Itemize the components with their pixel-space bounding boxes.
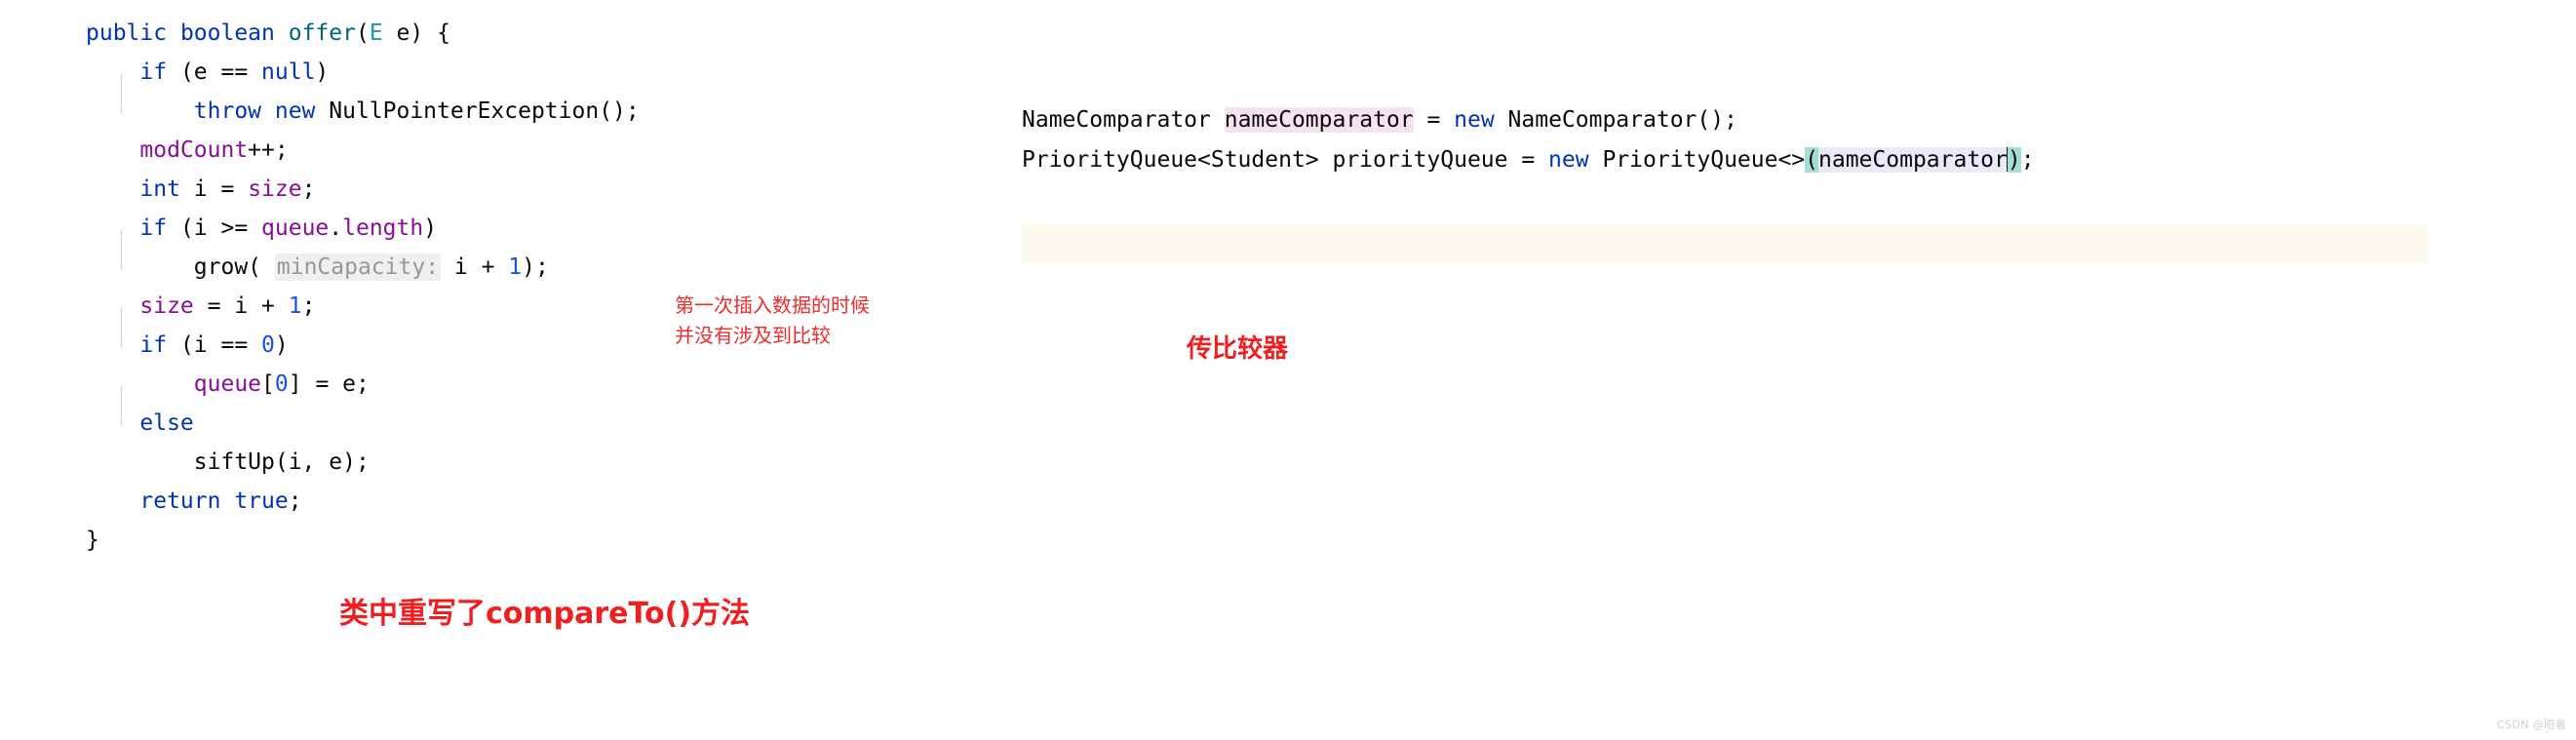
code-token: ) (315, 59, 330, 85)
code-token: ( (1805, 147, 1819, 173)
code-token: PriorityQueue<Student> priorityQueue = (1022, 147, 1549, 173)
code-token: offer (288, 20, 356, 46)
code-token: 1 (508, 254, 523, 280)
code-token: int (139, 176, 180, 202)
code-line[interactable]: } (86, 521, 640, 560)
code-token: length (342, 215, 424, 241)
code-token: = i + (193, 293, 289, 319)
code-token: new (1454, 107, 1495, 133)
code-token: queue (193, 371, 262, 397)
code-token: ; (301, 293, 316, 319)
code-token: boolean (179, 20, 289, 46)
code-token: i + (441, 254, 509, 280)
code-token: return true (139, 488, 289, 514)
code-token: (i == (167, 332, 262, 358)
indent-guide (121, 308, 122, 347)
code-token: 1 (288, 293, 302, 319)
code-token: 0 (274, 371, 289, 397)
code-token: (e == (167, 59, 262, 85)
code-token: = (1413, 107, 1455, 133)
code-line[interactable]: if (i >= queue.length) (86, 209, 640, 248)
code-token: ) (423, 215, 438, 241)
code-token: ) (2007, 147, 2021, 173)
code-line[interactable]: siftUp(i, e); (86, 443, 640, 482)
code-token: NameComparator (1022, 107, 1225, 133)
code-token: new (1548, 147, 1589, 173)
code-token: (i >= (167, 215, 262, 241)
code-token: else (139, 410, 194, 436)
code-token: ; (288, 488, 302, 514)
code-token: ); (522, 254, 549, 280)
indent-guide (121, 386, 122, 425)
code-block-priorityqueue-offer[interactable]: public boolean offer(E e) { if (e == nul… (86, 14, 640, 560)
indent-guide (121, 74, 122, 113)
code-token: NullPointerException(); (315, 98, 640, 124)
code-line[interactable]: PriorityQueue<Student> priorityQueue = n… (1022, 140, 2035, 180)
code-token: E (369, 20, 383, 46)
code-token: [ (261, 371, 275, 397)
code-token: if (139, 215, 168, 241)
code-line[interactable]: queue[0] = e; (86, 365, 640, 404)
annotation-pass-comparator: 传比较器 (1187, 334, 1289, 364)
csdn-watermark: CSDN @昭著 (2496, 719, 2566, 731)
code-token: siftUp(i, e); (193, 449, 370, 475)
code-token: size (139, 293, 194, 319)
code-token: modCount (139, 137, 249, 163)
code-line[interactable]: public boolean offer(E e) { (86, 14, 640, 53)
code-token: ) (274, 332, 289, 358)
annotation-compareto-override: 类中重写了compareTo()方法 (339, 597, 751, 631)
code-token: 0 (261, 332, 275, 358)
code-token: if (139, 332, 168, 358)
code-token: } (86, 527, 99, 553)
code-token: . (329, 215, 343, 241)
code-line[interactable]: return true; (86, 482, 640, 521)
code-token: nameComparator (1818, 147, 2008, 173)
code-token: ++; (248, 137, 289, 163)
code-token: public (86, 20, 180, 46)
code-token: null (261, 59, 316, 85)
caret-line-highlight (1022, 224, 2428, 264)
code-token: throw new (193, 98, 316, 124)
code-line[interactable]: int i = size; (86, 170, 640, 209)
code-line[interactable]: else (86, 404, 640, 443)
code-token: ; (301, 176, 316, 202)
code-token: ] = e; (288, 371, 370, 397)
code-token: PriorityQueue<> (1588, 147, 1806, 173)
code-token: size (248, 176, 302, 202)
code-block-comparator-usage[interactable]: NameComparator nameComparator = new Name… (1022, 100, 2035, 180)
code-token: grow( (193, 254, 275, 280)
code-token: ; (2020, 147, 2035, 173)
code-line[interactable]: size = i + 1; (86, 287, 640, 326)
code-line[interactable]: NameComparator nameComparator = new Name… (1022, 100, 2035, 140)
code-token: nameComparator (1224, 107, 1414, 133)
code-token: ( (355, 20, 370, 46)
code-token: e) { (382, 20, 450, 46)
code-token: minCapacity: (274, 253, 442, 281)
indent-guide (121, 230, 122, 269)
code-line[interactable]: if (e == null) (86, 53, 640, 92)
code-token: NameComparator(); (1494, 107, 1737, 133)
code-line[interactable]: if (i == 0) (86, 326, 640, 365)
code-line[interactable]: grow( minCapacity: i + 1); (86, 248, 640, 287)
annotation-first-insert-note: 第一次插入数据的时候 并没有涉及到比较 (675, 293, 870, 347)
code-token: if (139, 59, 168, 85)
code-line[interactable]: modCount++; (86, 131, 640, 170)
code-token: i = (179, 176, 249, 202)
code-token: queue (261, 215, 330, 241)
code-line[interactable]: throw new NullPointerException(); (86, 92, 640, 131)
